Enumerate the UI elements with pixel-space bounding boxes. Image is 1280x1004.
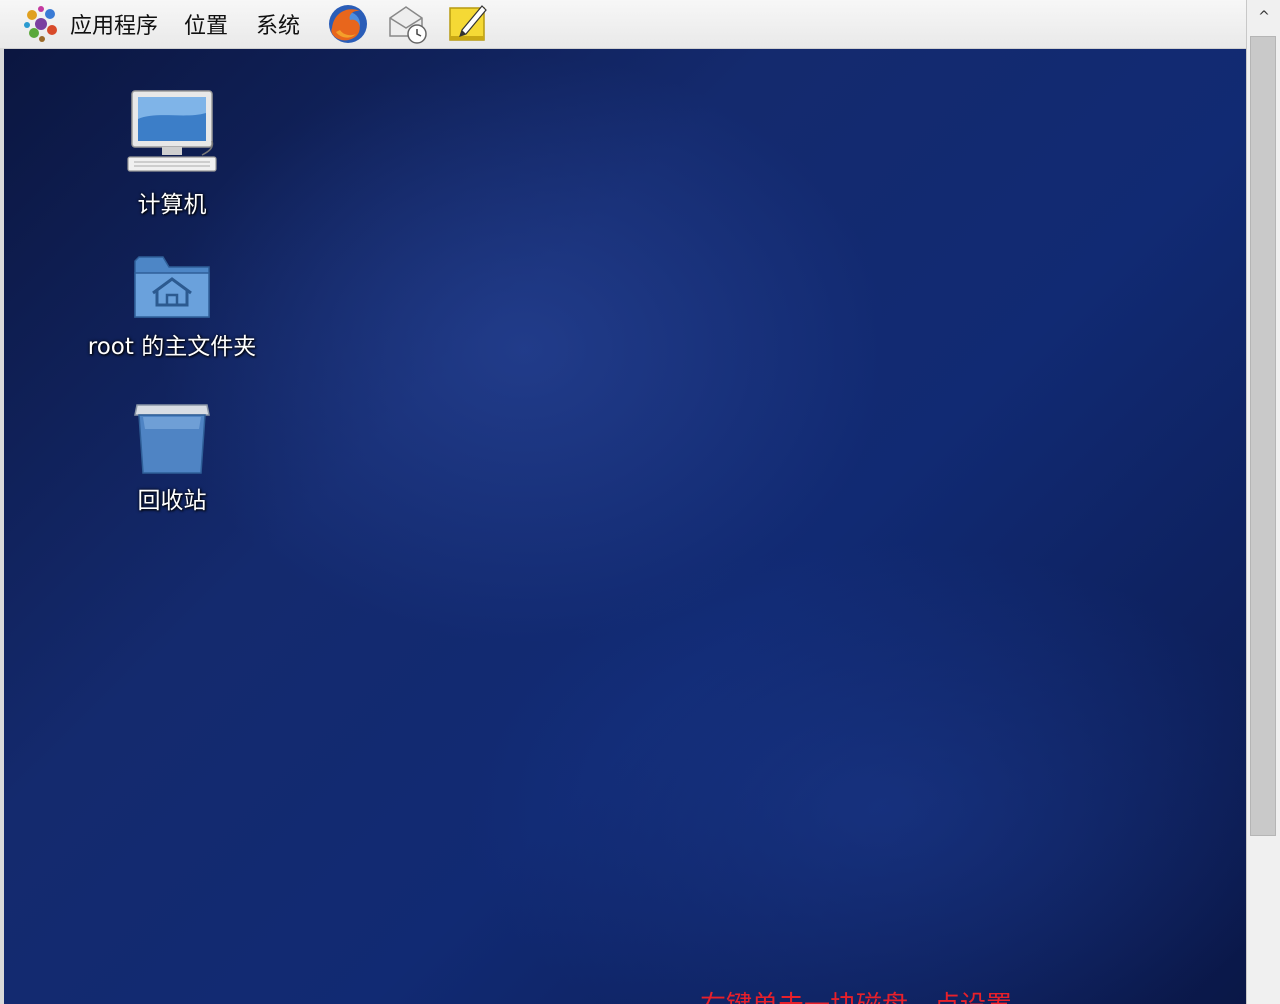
scroll-thumb[interactable] bbox=[1250, 36, 1276, 836]
computer-label: 计算机 bbox=[137, 192, 207, 218]
trash-icon bbox=[134, 404, 210, 474]
home-folder-desktop-icon[interactable]: root 的主文件夹 bbox=[72, 247, 272, 361]
top-panel: 应用程序 位置 系统 bbox=[0, 0, 1246, 49]
notes-launcher[interactable] bbox=[446, 2, 490, 46]
desktop[interactable]: 计算机 root 的主文件夹 回收站 右键单击一块磁盘，点设置 bbox=[4, 49, 1246, 1004]
gnome-foot-icon bbox=[24, 6, 57, 42]
computer-icon bbox=[127, 90, 217, 172]
home-folder-label: root 的主文件夹 bbox=[87, 334, 257, 360]
home-folder-icon bbox=[134, 256, 210, 318]
system-menu[interactable]: 系统 bbox=[256, 0, 300, 48]
applications-menu[interactable]: 应用程序 bbox=[20, 0, 158, 48]
screen: 应用程序 位置 系统 计算机 root 的主文件夹 回收站 ^ bbox=[0, 0, 1280, 1004]
computer-desktop-icon[interactable]: 计算机 bbox=[72, 89, 272, 219]
trash-label: 回收站 bbox=[137, 488, 207, 514]
firefox-launcher[interactable] bbox=[326, 2, 370, 46]
applications-label: 应用程序 bbox=[70, 14, 159, 39]
firefox-icon bbox=[329, 5, 368, 43]
vertical-scrollbar[interactable]: ^ bbox=[1246, 0, 1280, 1004]
places-menu[interactable]: 位置 bbox=[184, 0, 228, 48]
scroll-up-arrow-icon[interactable]: ^ bbox=[1253, 6, 1275, 28]
mail-launcher[interactable] bbox=[386, 2, 430, 46]
places-label: 位置 bbox=[184, 14, 229, 39]
annotation-hint: 右键单击一块磁盘，点设置 bbox=[700, 985, 1012, 1004]
system-label: 系统 bbox=[256, 14, 301, 39]
notes-icon bbox=[449, 5, 487, 41]
mail-clock-icon bbox=[389, 6, 427, 44]
trash-desktop-icon[interactable]: 回收站 bbox=[72, 397, 272, 515]
